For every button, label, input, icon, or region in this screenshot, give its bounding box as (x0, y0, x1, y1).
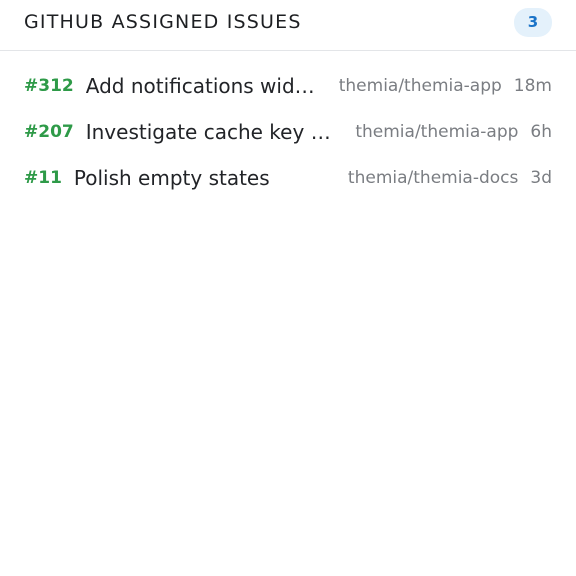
issue-repo[interactable]: themia/themia-app (355, 122, 518, 142)
issue-age: 6h (530, 122, 552, 142)
issue-row[interactable]: #207 Investigate cache key collisions th… (24, 109, 552, 155)
widget-title: GITHUB ASSIGNED ISSUES (24, 11, 302, 33)
issue-list: #312 Add notifications widget themia/the… (0, 63, 576, 201)
github-issues-widget: GITHUB ASSIGNED ISSUES 3 #312 Add notifi… (0, 0, 576, 576)
widget-header: GITHUB ASSIGNED ISSUES 3 (0, 0, 576, 51)
issue-repo[interactable]: themia/themia-app (339, 76, 502, 96)
issue-title[interactable]: Investigate cache key collisions (86, 120, 342, 144)
issue-count-badge: 3 (514, 7, 552, 37)
issue-number[interactable]: #312 (24, 76, 74, 96)
issue-title[interactable]: Polish empty states (74, 166, 334, 190)
issue-age: 3d (530, 168, 552, 188)
issue-repo[interactable]: themia/themia-docs (348, 168, 518, 188)
issue-number[interactable]: #11 (24, 168, 62, 188)
issue-row[interactable]: #11 Polish empty states themia/themia-do… (24, 155, 552, 201)
issue-row[interactable]: #312 Add notifications widget themia/the… (24, 63, 552, 109)
issue-number[interactable]: #207 (24, 122, 74, 142)
issue-age: 18m (513, 76, 552, 96)
issue-title[interactable]: Add notifications widget (86, 74, 325, 98)
